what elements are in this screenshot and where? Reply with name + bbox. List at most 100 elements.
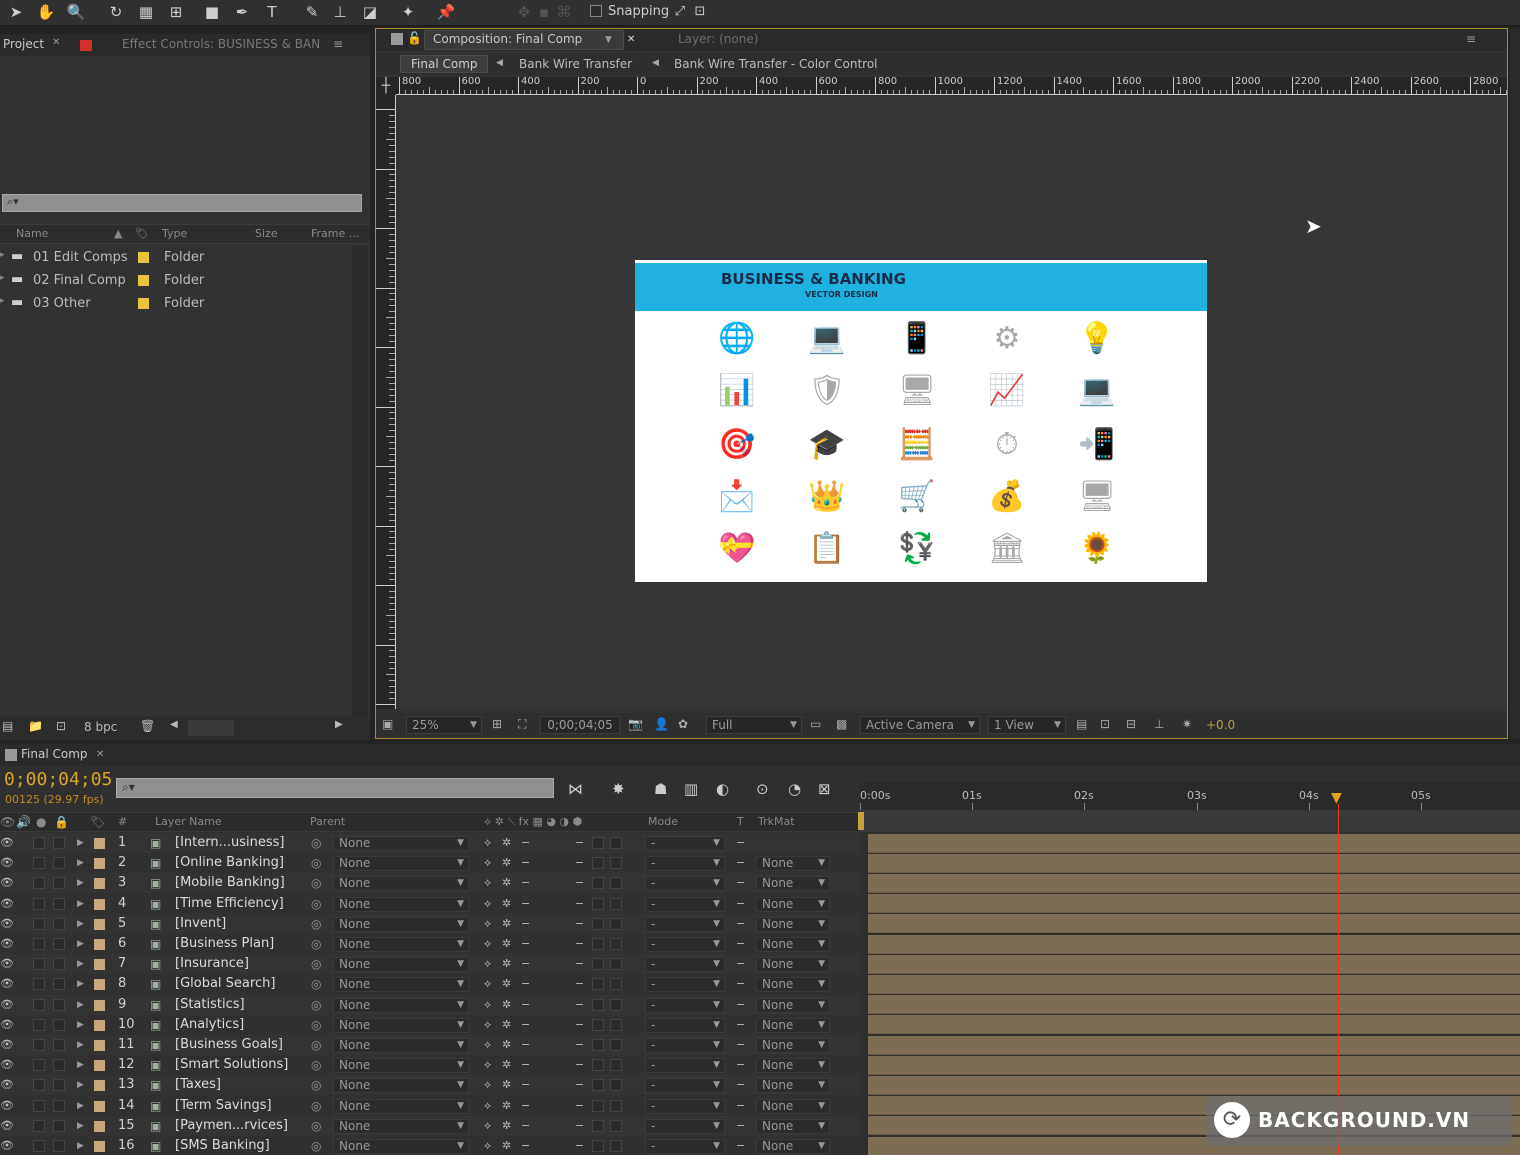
expand-arrow-icon[interactable]: ▶ [77, 853, 84, 873]
snapshot-camera-icon[interactable]: 📷 [628, 717, 643, 731]
quality-switch-icon[interactable]: − [521, 1015, 530, 1035]
motion-blur-switch-icon[interactable]: − [575, 1136, 584, 1155]
tab-composition[interactable]: Composition: Final Comp [433, 32, 582, 46]
text-tool-icon[interactable]: T [262, 2, 282, 22]
mode-dropdown[interactable]: - ▼ [645, 957, 725, 973]
solo-switch[interactable] [33, 1018, 45, 1031]
tab-timeline-final-comp[interactable]: Final Comp [21, 747, 88, 761]
preserve-transparency-icon[interactable]: − [736, 873, 745, 893]
expand-arrow-icon[interactable]: ▶ [77, 954, 84, 974]
layer-duration-bar[interactable] [868, 873, 1520, 893]
quality-switch-icon[interactable]: − [521, 853, 530, 873]
lock-switch[interactable] [53, 958, 65, 971]
snap-edges-icon[interactable]: ⤢ [670, 2, 690, 22]
pick-whip-icon[interactable]: ◎ [311, 1035, 321, 1055]
preserve-transparency-icon[interactable]: − [736, 833, 745, 853]
parent-dropdown[interactable]: None ▼ [333, 916, 469, 932]
layer-name[interactable]: [Global Search] [175, 974, 275, 994]
panel-menu-icon[interactable]: ≡ [333, 37, 343, 51]
trkmat-dropdown[interactable]: None ▼ [756, 1078, 830, 1094]
expand-arrow-icon[interactable]: ▶ [77, 974, 84, 994]
motion-blur-switch-icon[interactable]: − [575, 873, 584, 893]
layer-name[interactable]: [Online Banking] [175, 853, 284, 873]
layer-row[interactable]: 👁 ▶ 11 ▣ [Business Goals] ◎ None ▼ ⟡ ✲ − − - ▼ − None ▼ [0, 1035, 860, 1055]
expand-arrow-icon[interactable]: ▸ [0, 273, 5, 283]
quality-switch-icon[interactable]: − [521, 954, 530, 974]
region-of-interest-icon[interactable]: ▭ [810, 717, 821, 731]
layer-duration-bar[interactable] [868, 995, 1520, 1015]
eye-icon[interactable]: 👁 [0, 894, 14, 914]
preserve-transparency-icon[interactable]: − [736, 1136, 745, 1155]
quality-switch-icon[interactable]: − [521, 1096, 530, 1116]
scroll-right-icon[interactable]: ▶ [335, 719, 343, 730]
quality-switch-icon[interactable]: − [521, 974, 530, 994]
motion-blur-switch-icon[interactable]: − [575, 1116, 584, 1136]
layer-name[interactable]: [Insurance] [175, 954, 249, 974]
layer-name[interactable]: [Paymen...rvices] [175, 1116, 288, 1136]
flowchart-icon[interactable]: ⊥ [1154, 717, 1164, 731]
tab-layer[interactable]: Layer: (none) [678, 32, 758, 46]
frame-blending-icon[interactable]: ▥ [684, 780, 698, 798]
3d-switch[interactable] [610, 958, 622, 971]
trkmat-dropdown[interactable]: None ▼ [756, 1098, 830, 1114]
motion-blur-switch-icon[interactable]: − [575, 934, 584, 954]
composition-mini-flowchart-icon[interactable]: ⋈ [568, 780, 583, 798]
breadcrumb-final-comp[interactable]: Final Comp [411, 57, 478, 71]
eye-icon[interactable]: 👁 [0, 1136, 14, 1155]
puppet-pin-tool-icon[interactable]: 📌 [436, 2, 456, 22]
quality-switch-icon[interactable]: − [521, 833, 530, 853]
mode-dropdown[interactable]: - ▼ [645, 997, 725, 1013]
collapse-switch-icon[interactable]: ✲ [502, 853, 511, 873]
layer-name[interactable]: [Time Efficiency] [175, 894, 284, 914]
shy-switch-icon[interactable]: ⟡ [484, 995, 491, 1015]
show-snapshot-icon[interactable]: 👤 [654, 717, 669, 731]
layer-row[interactable]: 👁 ▶ 16 ▣ [SMS Banking] ◎ None ▼ ⟡ ✲ − − - ▼ − None ▼ [0, 1136, 860, 1155]
always-preview-icon[interactable]: ▣ [382, 717, 393, 731]
solo-switch[interactable] [33, 1099, 45, 1112]
shy-switch-icon[interactable]: ⟡ [484, 894, 491, 914]
pick-whip-icon[interactable]: ◎ [311, 873, 321, 893]
fast-preview-icon[interactable]: ⊡ [1100, 717, 1110, 731]
expand-arrow-icon[interactable]: ▶ [77, 873, 84, 893]
close-icon[interactable]: ✕ [52, 37, 60, 48]
shy-switch-icon[interactable]: ⟡ [484, 934, 491, 954]
label-color-swatch[interactable] [94, 898, 105, 910]
shy-switch-icon[interactable]: ⟡ [484, 853, 491, 873]
trkmat-dropdown[interactable]: None ▼ [756, 1038, 830, 1053]
solo-switch[interactable] [33, 938, 45, 950]
layer-name[interactable]: [Analytics] [175, 1015, 244, 1035]
pick-whip-icon[interactable]: ◎ [311, 934, 321, 954]
collapse-switch-icon[interactable]: ✲ [502, 1096, 511, 1116]
parent-dropdown[interactable]: None ▼ [333, 957, 469, 973]
roto-brush-tool-icon[interactable]: ✦ [398, 2, 418, 22]
lock-switch[interactable] [53, 938, 65, 950]
mode-dropdown[interactable]: - ▼ [645, 896, 725, 912]
pick-whip-icon[interactable]: ◎ [311, 995, 321, 1015]
label-color-swatch[interactable] [94, 1019, 105, 1031]
layer-name[interactable]: [Intern...usiness] [175, 833, 284, 853]
label-color-swatch[interactable] [94, 999, 105, 1011]
adjustment-switch[interactable] [592, 1018, 604, 1031]
layer-row[interactable]: 👁 ▶ 1 ▣ [Intern...usiness] ◎ None ▼ ⟡ ✲ − − - ▼ − [0, 833, 860, 853]
new-composition-icon[interactable]: ⊡ [56, 719, 66, 733]
layer-row[interactable]: 👁 ▶ 2 ▣ [Online Banking] ◎ None ▼ ⟡ ✲ − − - ▼ − None ▼ [0, 853, 860, 874]
trkmat-dropdown[interactable]: None ▼ [756, 896, 830, 912]
trkmat-dropdown[interactable]: None ▼ [756, 916, 830, 932]
adjustment-switch[interactable] [592, 897, 604, 910]
3d-switch[interactable] [610, 1099, 622, 1112]
eye-icon[interactable]: 👁 [0, 1116, 14, 1136]
timeline-icon[interactable]: ⊟ [1126, 717, 1136, 731]
current-time-field[interactable]: 0;00;04;05 [540, 716, 620, 734]
label-color-swatch[interactable] [138, 298, 149, 309]
eye-icon[interactable]: 👁 [0, 1035, 14, 1055]
3d-switch[interactable] [610, 978, 622, 991]
pick-whip-icon[interactable]: ◎ [311, 1015, 321, 1035]
eye-icon[interactable]: 👁 [0, 995, 14, 1015]
lock-toggle-icon[interactable]: 🔒 [54, 813, 69, 831]
motion-blur-switch-icon[interactable]: − [575, 853, 584, 873]
interpret-footage-icon[interactable]: ▤ [2, 719, 13, 733]
collapse-switch-icon[interactable]: ✲ [502, 894, 511, 914]
parent-dropdown[interactable]: None ▼ [333, 1139, 469, 1154]
eye-icon[interactable]: 👁 [0, 853, 14, 873]
label-color-swatch[interactable] [94, 878, 105, 890]
